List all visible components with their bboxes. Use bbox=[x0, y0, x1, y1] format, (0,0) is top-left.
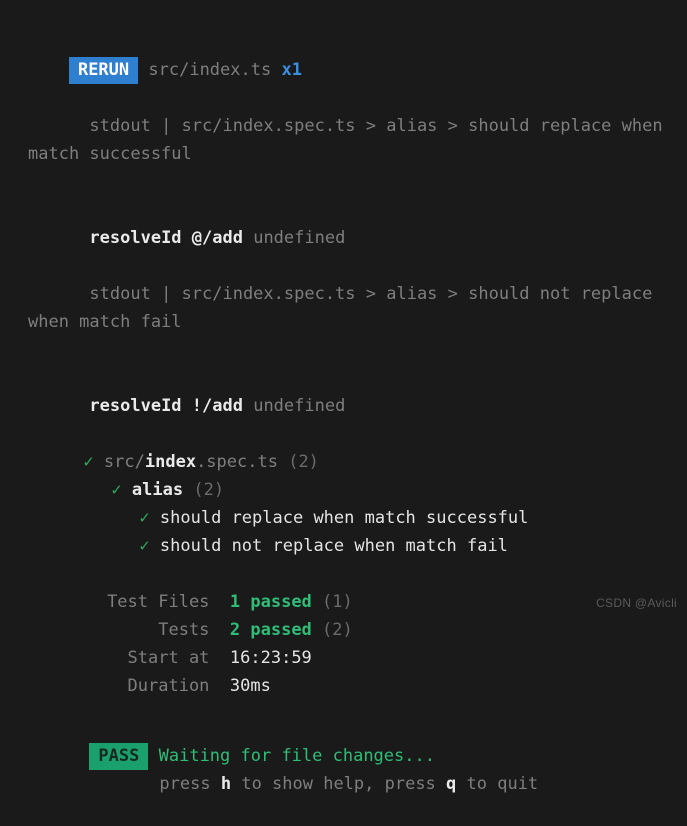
hint-mid: to show help, press bbox=[231, 774, 447, 794]
check-icon: ✓ bbox=[139, 536, 150, 556]
hint-key-quit[interactable]: q bbox=[446, 774, 456, 794]
stdout-block: stdout | src/index.spec.ts > alias > sho… bbox=[0, 84, 687, 248]
summary-value: 2 passed bbox=[229, 620, 312, 640]
stdout-log-value: undefined bbox=[253, 228, 346, 248]
tree-suite-name: alias bbox=[131, 480, 184, 500]
pass-status-line: PASS Waiting for file changes... bbox=[0, 714, 687, 770]
check-icon: ✓ bbox=[139, 508, 150, 528]
hint-suffix: to quit bbox=[456, 774, 539, 794]
stdout-header-text: stdout | src/index.spec.ts > alias > sho… bbox=[28, 284, 663, 332]
pass-badge: PASS bbox=[89, 743, 149, 770]
stdout-log-key: resolveId !/add bbox=[89, 396, 243, 416]
tree-suite-count: (2) bbox=[193, 480, 225, 500]
tree-test-name: should replace when match successful bbox=[159, 508, 529, 528]
pass-status-text: Waiting for file changes... bbox=[158, 746, 435, 766]
terminal-window: RERUN src/index.ts x1 stdout | src/index… bbox=[0, 0, 687, 794]
summary-value: 16:23:59 bbox=[229, 648, 312, 668]
stdout-header: stdout | src/index.spec.ts > alias > sho… bbox=[0, 84, 687, 196]
rerun-file-path: src/index.ts bbox=[148, 60, 272, 80]
summary-value: 1 passed bbox=[229, 592, 312, 612]
rerun-header-line: RERUN src/index.ts x1 bbox=[0, 28, 687, 84]
rerun-badge: RERUN bbox=[68, 57, 139, 84]
summary-count: (2) bbox=[322, 620, 353, 640]
top-spacer bbox=[0, 0, 687, 28]
stdout-log-line: resolveId !/add undefined bbox=[0, 364, 687, 416]
tree-file-count: (2) bbox=[288, 452, 319, 472]
summary-label: Tests bbox=[158, 620, 210, 640]
gap-before-footer-2 bbox=[0, 700, 687, 714]
tree-file-path-suffix: .spec.ts bbox=[196, 452, 278, 472]
check-icon: ✓ bbox=[83, 452, 94, 472]
stdout-header: stdout | src/index.spec.ts > alias > sho… bbox=[0, 252, 687, 364]
stdout-header-text: stdout | src/index.spec.ts > alias > sho… bbox=[28, 116, 673, 164]
footer-block: PASS Waiting for file changes... press h… bbox=[0, 714, 687, 794]
tree-file-path-prefix: src/ bbox=[103, 452, 145, 472]
summary-count: (1) bbox=[322, 592, 353, 612]
rerun-run-count: x1 bbox=[281, 60, 302, 80]
summary-label: Duration bbox=[127, 676, 210, 696]
tree-file-row[interactable]: ✓ src/index.spec.ts (2) bbox=[0, 420, 687, 472]
stdout-log-line: resolveId @/add undefined bbox=[0, 196, 687, 248]
watermark: CSDN @Avicli bbox=[596, 596, 677, 610]
tree-file-path-name: index bbox=[144, 452, 197, 472]
hint-prefix: press bbox=[159, 774, 221, 794]
stdout-log-value: undefined bbox=[253, 396, 346, 416]
stdout-block: stdout | src/index.spec.ts > alias > sho… bbox=[0, 252, 687, 416]
test-results-tree: ✓ src/index.spec.ts (2) ✓ alias (2) ✓ sh… bbox=[0, 420, 687, 556]
summary-label: Test Files bbox=[107, 592, 210, 612]
hint-key-help[interactable]: h bbox=[221, 774, 231, 794]
summary-value: 30ms bbox=[229, 676, 271, 696]
tree-test-name: should not replace when match fail bbox=[159, 536, 508, 556]
stdout-log-key: resolveId @/add bbox=[89, 228, 243, 248]
summary-label: Start at bbox=[127, 648, 210, 668]
check-icon: ✓ bbox=[111, 480, 122, 500]
